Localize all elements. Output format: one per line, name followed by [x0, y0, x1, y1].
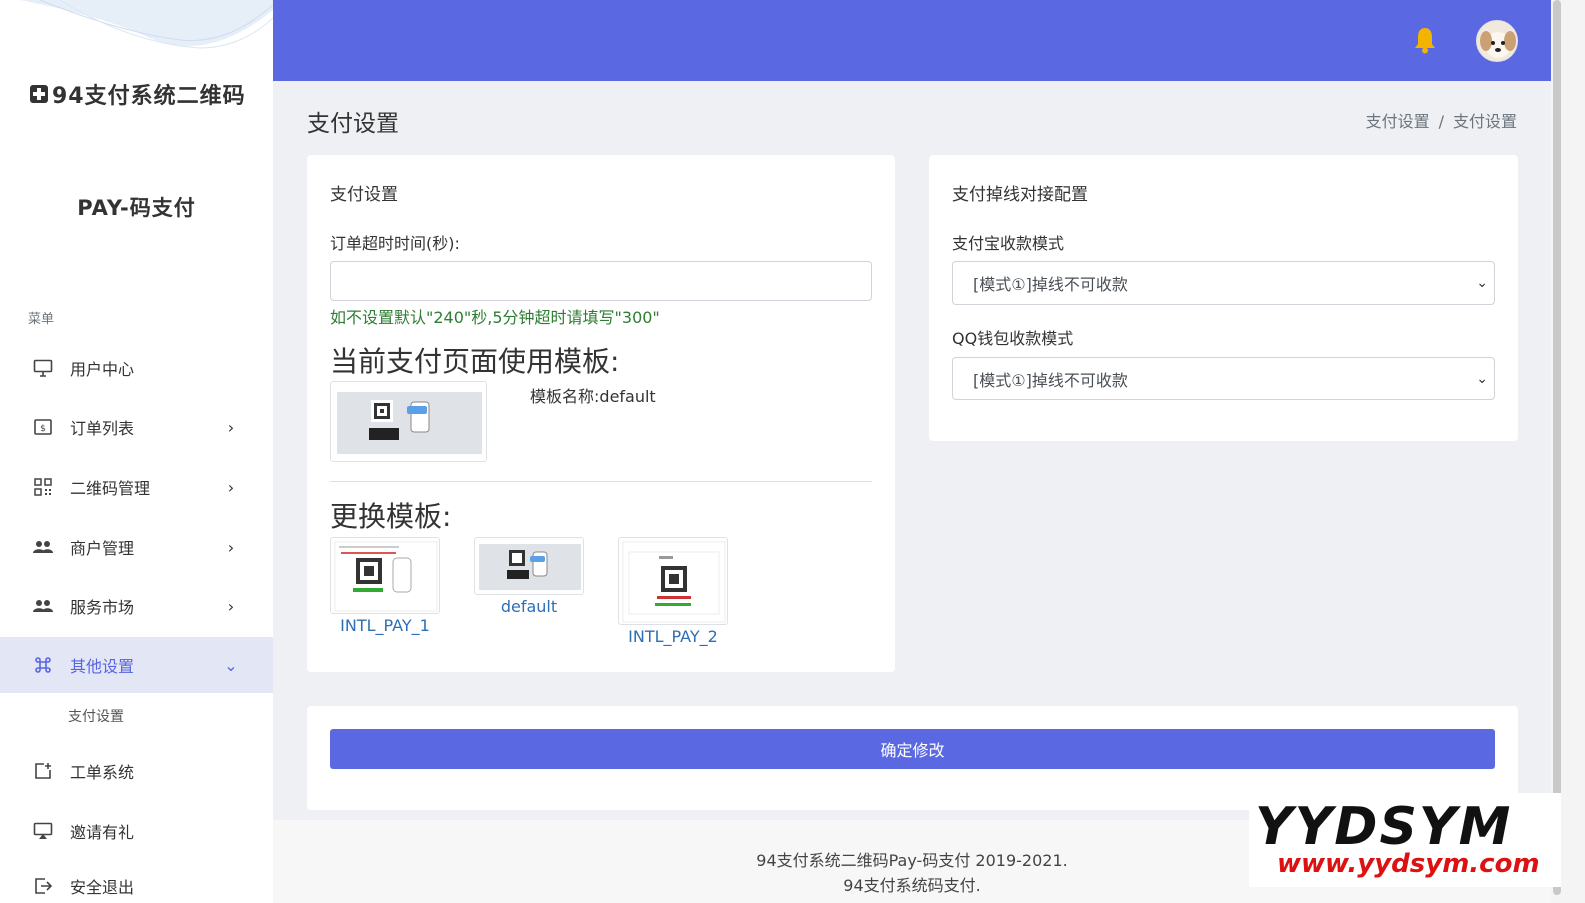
change-template-heading: 更换模板: [330, 500, 452, 533]
users-icon [32, 595, 54, 617]
submenu-item-payment-settings[interactable]: 支付设置 [68, 706, 124, 726]
chevron-right-icon: › [227, 596, 235, 616]
svg-text:$: $ [40, 424, 46, 434]
template-option-intl-pay-1[interactable] [330, 537, 440, 614]
brand-title[interactable]: 94支付系统二维码 [30, 78, 246, 110]
top-navbar [273, 0, 1551, 81]
timeout-help-text: 如不设置默认"240"秒,5分钟超时请填写"300" [330, 308, 660, 327]
chevron-right-icon: › [227, 417, 235, 437]
sidebar-item-tickets[interactable]: 工单系统 [0, 743, 273, 799]
template-name: 模板名称:default [530, 383, 656, 407]
sidebar-item-other-settings[interactable]: 其他设置 ⌄ [0, 637, 273, 693]
template-option-label[interactable]: INTL_PAY_2 [618, 627, 728, 646]
current-template-heading: 当前支付页面使用模板: [330, 345, 620, 378]
watermark-url: www.yydsym.com [1277, 849, 1540, 879]
template-option-intl-pay-2[interactable] [618, 537, 728, 625]
sidebar-item-label: 其他设置 [70, 657, 135, 676]
sidebar-item-qrcode[interactable]: 二维码管理 › [0, 459, 273, 515]
breadcrumb: 支付设置 / 支付设置 [1366, 108, 1517, 132]
breadcrumb-item[interactable]: 支付设置 [1366, 112, 1430, 131]
timeout-input[interactable] [330, 261, 872, 301]
decorative-wave [0, 0, 273, 49]
sidebar-item-label: 用户中心 [70, 360, 135, 379]
qq-mode-select[interactable]: [模式①]掉线不可收款 ⌄ [952, 357, 1495, 400]
breadcrumb-item-current: 支付设置 [1452, 112, 1517, 131]
users-icon [32, 536, 54, 558]
sidebar-item-orders[interactable]: $ 订单列表 › [0, 399, 273, 455]
current-template-preview [330, 381, 487, 462]
sidebar-item-label: 商户管理 [70, 539, 135, 558]
chevron-right-icon: › [227, 477, 235, 497]
sidebar-item-label: 工单系统 [70, 763, 135, 782]
chevron-right-icon: › [227, 537, 235, 557]
add-ticket-icon [32, 760, 54, 782]
sidebar-item-invite[interactable]: 邀请有礼 [0, 803, 273, 859]
breadcrumb-separator: / [1438, 112, 1444, 131]
template-name-label: 模板名称: [530, 387, 600, 406]
sidebar-item-logout[interactable]: 安全退出 [0, 858, 273, 903]
template-option-label[interactable]: INTL_PAY_1 [330, 616, 440, 635]
sidebar-item-label: 邀请有礼 [70, 823, 135, 842]
sidebar-item-service-market[interactable]: 服务市场 › [0, 578, 273, 634]
chevron-down-icon: ⌄ [1476, 370, 1488, 387]
sidebar-item-merchants[interactable]: 商户管理 › [0, 519, 273, 575]
bell-icon[interactable] [1412, 26, 1438, 54]
dollar-box-icon: $ [32, 416, 54, 438]
scrollbar-thumb[interactable] [1553, 0, 1561, 895]
card-title: 支付设置 [330, 185, 398, 205]
qq-mode-label: QQ钱包收款模式 [952, 329, 1074, 348]
sidebar: 94支付系统二维码 PAY-码支付 菜单 用户中心 $ 订单列表 › 二维码管理… [0, 0, 273, 903]
divider [330, 481, 872, 482]
command-icon [32, 654, 54, 676]
sidebar-item-label: 安全退出 [70, 878, 135, 897]
alipay-mode-label: 支付宝收款模式 [952, 234, 1065, 253]
brand-text: 94支付系统二维码 [52, 84, 246, 109]
plus-box-icon [30, 85, 48, 103]
sidebar-item-user-center[interactable]: 用户中心 [0, 340, 273, 396]
chevron-down-icon: ⌄ [224, 655, 238, 675]
timeout-label: 订单超时时间(秒): [330, 234, 460, 253]
user-avatar[interactable] [1476, 20, 1518, 62]
qrcode-icon [32, 476, 54, 498]
sidebar-item-label: 二维码管理 [70, 479, 151, 498]
chevron-down-icon: ⌄ [1476, 275, 1488, 291]
cast-icon [32, 820, 54, 842]
template-name-value: default [599, 387, 656, 406]
sidebar-item-label: 服务市场 [70, 598, 135, 617]
sub-brand: PAY-码支付 [77, 196, 196, 220]
alipay-mode-select[interactable]: [模式①]掉线不可收款 ⌄ [952, 261, 1495, 305]
page-title: 支付设置 [307, 111, 399, 137]
menu-header: 菜单 [28, 312, 55, 327]
watermark-logo: YYDSYM www.yydsym.com [1249, 793, 1561, 887]
template-option-default[interactable] [474, 537, 584, 595]
sidebar-item-label: 订单列表 [70, 419, 135, 438]
card-title: 支付掉线对接配置 [952, 185, 1088, 205]
select-value: [模式①]掉线不可收款 [973, 370, 1128, 390]
template-option-label[interactable]: default [474, 597, 584, 616]
monitor-icon [32, 357, 54, 379]
submit-button[interactable]: 确定修改 [330, 729, 1495, 769]
logout-icon [32, 875, 54, 897]
watermark-title: YYDSYM [1255, 797, 1513, 857]
select-value: [模式①]掉线不可收款 [973, 275, 1128, 294]
